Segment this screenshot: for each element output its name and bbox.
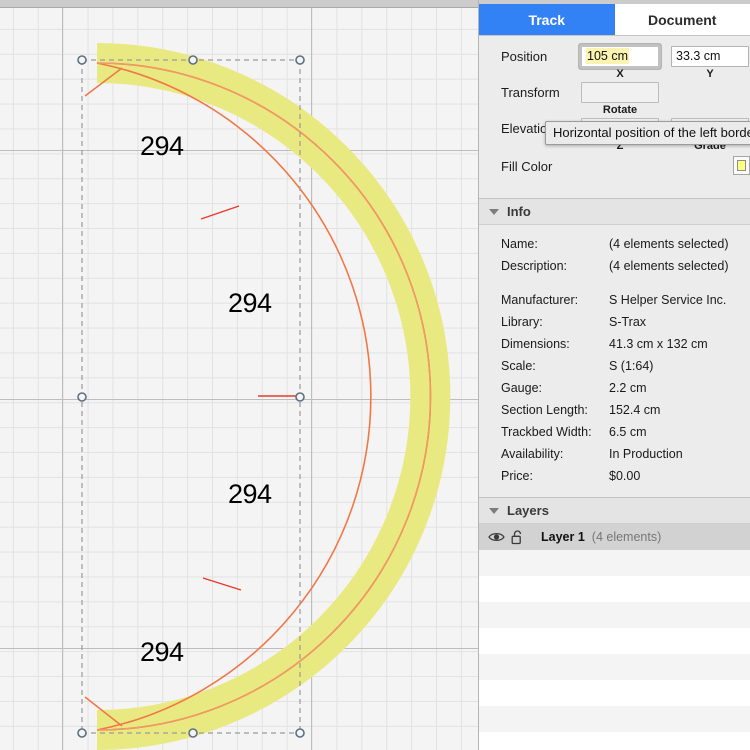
position-y-sublabel: Y: [706, 68, 713, 80]
position-row: Position 105 cm X 33.3 cm Y: [479, 46, 750, 80]
rotate-input[interactable]: [581, 82, 659, 103]
info-value: S Helper Service Inc.: [609, 289, 726, 311]
info-key: Library:: [501, 311, 609, 333]
fill-color-swatch[interactable]: [733, 156, 750, 175]
handle-middle-right: [296, 393, 304, 401]
layers-empty-row[interactable]: [479, 550, 750, 576]
position-x-sublabel: X: [616, 68, 623, 80]
info-spacer: [479, 277, 750, 289]
handle-top-left: [78, 56, 86, 64]
info-key: Scale:: [501, 355, 609, 377]
fill-color-row: Fill Color: [479, 156, 750, 178]
info-value: (4 elements selected): [609, 255, 729, 277]
info-row-library: Library: S-Trax: [479, 311, 750, 333]
handle-bottom-left: [78, 729, 86, 737]
canvas-top-edge: [0, 0, 478, 8]
selection-overlay[interactable]: [0, 0, 478, 750]
track-properties-form: Position 105 cm X 33.3 cm Y Transform Ro…: [479, 36, 750, 199]
info-key: Price:: [501, 465, 609, 487]
unlocked-padlock-icon[interactable]: [508, 529, 526, 545]
info-row-gauge: Gauge: 2.2 cm: [479, 377, 750, 399]
handle-middle-left: [78, 393, 86, 401]
selection-handles: [78, 56, 304, 737]
position-label: Position: [501, 46, 581, 68]
tooltip: Horizontal position of the left border: [545, 121, 750, 145]
position-x-value: 105 cm: [586, 48, 629, 64]
info-value: 6.5 cm: [609, 421, 647, 443]
rotate-group: Rotate: [581, 82, 659, 116]
info-row-dimensions: Dimensions: 41.3 cm x 132 cm: [479, 333, 750, 355]
layers-empty-row[interactable]: [479, 706, 750, 732]
info-row-manufacturer: Manufacturer: S Helper Service Inc.: [479, 289, 750, 311]
info-value: 41.3 cm x 132 cm: [609, 333, 708, 355]
layers-empty-row[interactable]: [479, 654, 750, 680]
info-key: Section Length:: [501, 399, 609, 421]
info-key: Description:: [501, 255, 609, 277]
info-row-trackbed-width: Trackbed Width: 6.5 cm: [479, 421, 750, 443]
layers-empty-row[interactable]: [479, 628, 750, 654]
transform-row: Transform Rotate: [479, 82, 750, 116]
design-canvas[interactable]: 294 294 294 294: [0, 0, 478, 750]
tab-track[interactable]: Track: [479, 0, 615, 35]
handle-bottom-right: [296, 729, 304, 737]
handle-top-center: [189, 56, 197, 64]
layers-empty-row[interactable]: [479, 680, 750, 706]
info-key: Availability:: [501, 443, 609, 465]
info-row-description: Description: (4 elements selected): [479, 255, 750, 277]
info-row-availability: Availability: In Production: [479, 443, 750, 465]
position-y-input[interactable]: 33.3 cm: [671, 46, 749, 67]
info-value: In Production: [609, 443, 683, 465]
handle-bottom-center: [189, 729, 197, 737]
info-value: S (1:64): [609, 355, 653, 377]
info-row-price: Price: $0.00: [479, 465, 750, 487]
inspector-tabs: Track Document: [479, 0, 750, 36]
chevron-down-icon[interactable]: [489, 209, 499, 215]
info-key: Name:: [501, 233, 609, 255]
info-value: 2.2 cm: [609, 377, 647, 399]
info-key: Manufacturer:: [501, 289, 609, 311]
layers-header-label: Layers: [507, 503, 549, 518]
position-x-group: 105 cm X: [581, 46, 659, 80]
layers-empty-row[interactable]: [479, 602, 750, 628]
tab-document[interactable]: Document: [615, 0, 750, 35]
info-section-header[interactable]: Info: [479, 199, 750, 225]
info-body: Name: (4 elements selected) Description:…: [479, 225, 750, 498]
info-value: $0.00: [609, 465, 640, 487]
handle-top-right: [296, 56, 304, 64]
layers-empty-row[interactable]: [479, 576, 750, 602]
info-row-scale: Scale: S (1:64): [479, 355, 750, 377]
fill-color-label: Fill Color: [501, 156, 581, 178]
eye-icon[interactable]: [487, 529, 505, 545]
info-value: S-Trax: [609, 311, 646, 333]
position-x-input[interactable]: 105 cm: [581, 46, 659, 67]
info-key: Trackbed Width:: [501, 421, 609, 443]
info-value: 152.4 cm: [609, 399, 660, 421]
selection-bounds: [82, 60, 300, 733]
layer-row[interactable]: Layer 1 (4 elements): [479, 524, 750, 550]
layer-name: Layer 1: [541, 530, 585, 544]
info-key: Dimensions:: [501, 333, 609, 355]
info-row-section-length: Section Length: 152.4 cm: [479, 399, 750, 421]
layer-element-count: (4 elements): [592, 530, 661, 544]
rotate-sublabel: Rotate: [603, 104, 637, 116]
info-value: (4 elements selected): [609, 233, 729, 255]
info-key: Gauge:: [501, 377, 609, 399]
layers-section-header[interactable]: Layers: [479, 498, 750, 524]
position-y-group: 33.3 cm Y: [671, 46, 749, 80]
chevron-down-icon[interactable]: [489, 508, 499, 514]
info-header-label: Info: [507, 204, 531, 219]
app-window: 294 294 294 294: [0, 0, 750, 750]
inspector-panel: Track Document Position 105 cm X 33.3 cm…: [478, 0, 750, 750]
layers-list: Layer 1 (4 elements): [479, 524, 750, 750]
info-row-name: Name: (4 elements selected): [479, 233, 750, 255]
fill-color-swatch-inner: [737, 160, 746, 171]
transform-label: Transform: [501, 82, 581, 104]
